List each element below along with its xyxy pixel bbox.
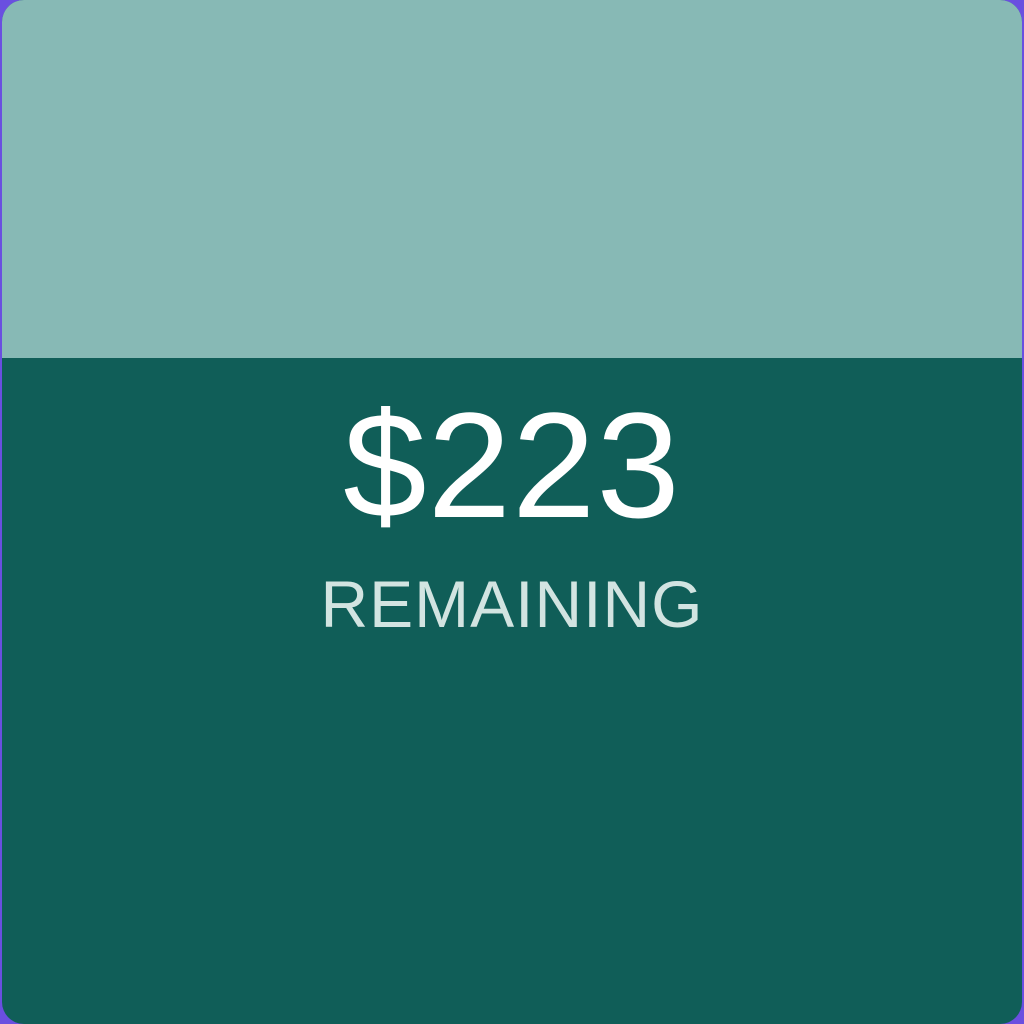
remaining-amount: $223 xyxy=(343,381,681,549)
budget-remaining-widget[interactable]: $223 REMAINING xyxy=(2,0,1022,1024)
spent-portion-fill xyxy=(2,0,1022,359)
remaining-summary: $223 REMAINING xyxy=(2,380,1022,644)
remaining-label: REMAINING xyxy=(320,567,704,641)
